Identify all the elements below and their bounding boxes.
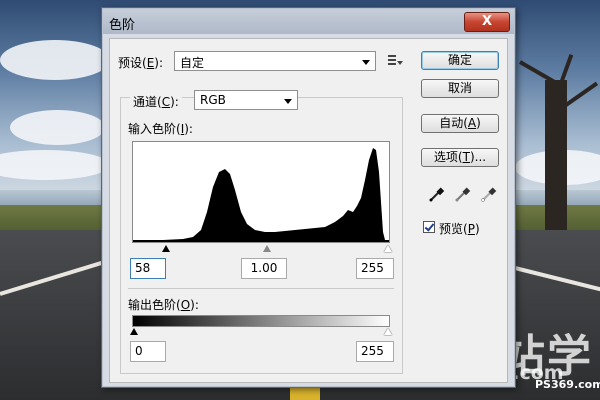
watermark-site: PS369.com xyxy=(535,378,600,391)
histogram-plot xyxy=(133,148,389,242)
cloud xyxy=(10,110,105,145)
preset-options-icon[interactable] xyxy=(388,54,403,66)
preview-label[interactable]: 预览(P) xyxy=(439,220,480,237)
auto-button[interactable]: 自动(A) xyxy=(421,114,499,133)
white-eyedropper-icon[interactable] xyxy=(480,185,498,203)
channel-label: 通道(C): xyxy=(130,93,182,110)
input-gamma-field[interactable]: 1.00 xyxy=(241,258,287,279)
input-white-field[interactable]: 255 xyxy=(356,258,394,279)
preset-select[interactable]: 自定 xyxy=(174,51,376,71)
separator xyxy=(128,288,394,289)
input-gamma-slider[interactable] xyxy=(263,245,271,252)
input-levels-label: 输入色阶(I): xyxy=(128,122,193,136)
cloud xyxy=(0,40,110,80)
output-black-field[interactable]: 0 xyxy=(130,341,166,362)
output-white-field[interactable]: 255 xyxy=(356,341,394,362)
options-button[interactable]: 选项(T)... xyxy=(421,148,499,167)
output-levels-label: 输出色阶(O): xyxy=(128,298,199,312)
histogram xyxy=(132,141,390,243)
output-gradient xyxy=(132,315,390,327)
gray-eyedropper-icon[interactable] xyxy=(454,185,472,203)
input-black-field[interactable]: 58 xyxy=(130,258,166,279)
levels-dialog: 色阶 X 预设(E): 自定 通道(C): RGB 输入色阶(I): 58 1.… xyxy=(101,7,516,388)
black-eyedropper-icon[interactable] xyxy=(428,185,446,203)
title-bar[interactable]: 色阶 X xyxy=(103,9,514,34)
chevron-down-icon xyxy=(284,99,292,104)
channel-value: RGB xyxy=(200,93,226,107)
channel-select[interactable]: RGB xyxy=(194,90,298,110)
ok-button[interactable]: 确定 xyxy=(421,51,499,70)
close-button[interactable]: X xyxy=(464,12,510,32)
chevron-down-icon xyxy=(362,60,370,65)
input-black-slider[interactable] xyxy=(162,245,170,252)
output-white-slider[interactable] xyxy=(384,328,392,335)
close-icon: X xyxy=(481,14,493,29)
preset-value: 自定 xyxy=(180,56,205,70)
dialog-title: 色阶 xyxy=(109,18,136,33)
preview-checkbox[interactable] xyxy=(423,221,435,233)
input-white-slider[interactable] xyxy=(384,245,392,252)
dialog-body: 预设(E): 自定 通道(C): RGB 输入色阶(I): 58 1.00 25… xyxy=(109,38,508,383)
cancel-button[interactable]: 取消 xyxy=(421,79,499,98)
preset-label: 预设(E): xyxy=(118,56,164,70)
output-black-slider[interactable] xyxy=(130,328,138,335)
